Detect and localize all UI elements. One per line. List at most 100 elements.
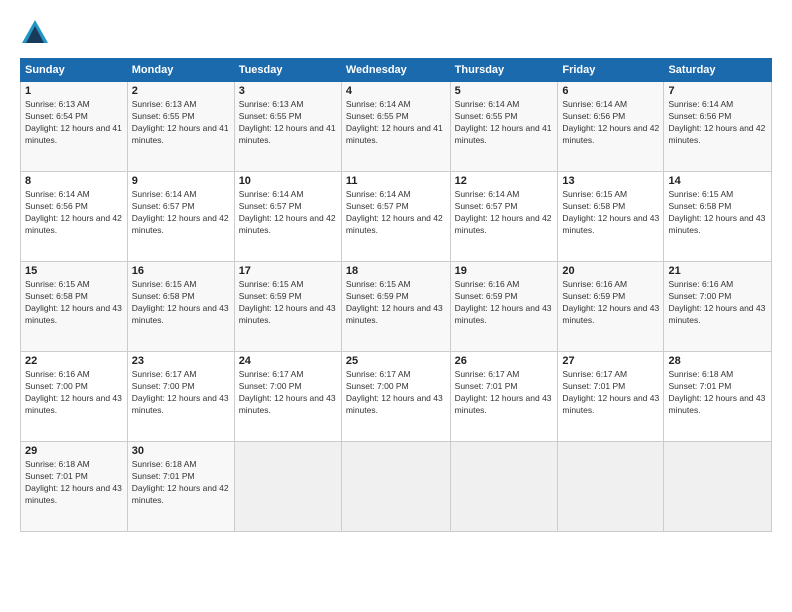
day-number: 1	[25, 85, 123, 97]
calendar-day-cell: 26 Sunrise: 6:17 AM Sunset: 7:01 PM Dayl…	[450, 352, 558, 442]
calendar-day-cell: 22 Sunrise: 6:16 AM Sunset: 7:00 PM Dayl…	[21, 352, 128, 442]
day-info: Sunrise: 6:16 AM Sunset: 7:00 PM Dayligh…	[25, 369, 123, 417]
day-number: 20	[562, 265, 659, 277]
day-number: 16	[132, 265, 230, 277]
header	[20, 18, 772, 48]
day-number: 10	[239, 175, 337, 187]
day-number: 24	[239, 355, 337, 367]
calendar-day-cell: 7 Sunrise: 6:14 AM Sunset: 6:56 PM Dayli…	[664, 82, 772, 172]
calendar-day-cell: 21 Sunrise: 6:16 AM Sunset: 7:00 PM Dayl…	[664, 262, 772, 352]
day-number: 27	[562, 355, 659, 367]
calendar-day-cell: 25 Sunrise: 6:17 AM Sunset: 7:00 PM Dayl…	[341, 352, 450, 442]
day-info: Sunrise: 6:14 AM Sunset: 6:55 PM Dayligh…	[455, 99, 554, 147]
weekday-header: Saturday	[664, 59, 772, 82]
day-number: 17	[239, 265, 337, 277]
day-number: 3	[239, 85, 337, 97]
calendar-day-cell: 3 Sunrise: 6:13 AM Sunset: 6:55 PM Dayli…	[234, 82, 341, 172]
day-number: 13	[562, 175, 659, 187]
calendar-day-cell	[450, 442, 558, 532]
day-number: 29	[25, 445, 123, 457]
calendar-day-cell: 4 Sunrise: 6:14 AM Sunset: 6:55 PM Dayli…	[341, 82, 450, 172]
calendar-day-cell: 11 Sunrise: 6:14 AM Sunset: 6:57 PM Dayl…	[341, 172, 450, 262]
calendar-day-cell: 12 Sunrise: 6:14 AM Sunset: 6:57 PM Dayl…	[450, 172, 558, 262]
day-number: 22	[25, 355, 123, 367]
day-number: 28	[668, 355, 767, 367]
logo-icon	[20, 18, 50, 48]
logo	[20, 18, 54, 48]
day-number: 8	[25, 175, 123, 187]
day-number: 23	[132, 355, 230, 367]
day-number: 6	[562, 85, 659, 97]
calendar-week-row: 1 Sunrise: 6:13 AM Sunset: 6:54 PM Dayli…	[21, 82, 772, 172]
calendar-day-cell: 24 Sunrise: 6:17 AM Sunset: 7:00 PM Dayl…	[234, 352, 341, 442]
calendar-day-cell: 30 Sunrise: 6:18 AM Sunset: 7:01 PM Dayl…	[127, 442, 234, 532]
day-info: Sunrise: 6:14 AM Sunset: 6:57 PM Dayligh…	[346, 189, 446, 237]
calendar-body: 1 Sunrise: 6:13 AM Sunset: 6:54 PM Dayli…	[21, 82, 772, 532]
calendar-day-cell: 27 Sunrise: 6:17 AM Sunset: 7:01 PM Dayl…	[558, 352, 664, 442]
calendar-day-cell	[234, 442, 341, 532]
calendar-day-cell: 8 Sunrise: 6:14 AM Sunset: 6:56 PM Dayli…	[21, 172, 128, 262]
calendar-day-cell: 6 Sunrise: 6:14 AM Sunset: 6:56 PM Dayli…	[558, 82, 664, 172]
day-info: Sunrise: 6:16 AM Sunset: 7:00 PM Dayligh…	[668, 279, 767, 327]
day-info: Sunrise: 6:15 AM Sunset: 6:59 PM Dayligh…	[239, 279, 337, 327]
calendar-day-cell: 9 Sunrise: 6:14 AM Sunset: 6:57 PM Dayli…	[127, 172, 234, 262]
day-info: Sunrise: 6:16 AM Sunset: 6:59 PM Dayligh…	[562, 279, 659, 327]
day-info: Sunrise: 6:17 AM Sunset: 7:01 PM Dayligh…	[562, 369, 659, 417]
day-number: 9	[132, 175, 230, 187]
day-number: 7	[668, 85, 767, 97]
day-info: Sunrise: 6:14 AM Sunset: 6:57 PM Dayligh…	[132, 189, 230, 237]
calendar-day-cell: 19 Sunrise: 6:16 AM Sunset: 6:59 PM Dayl…	[450, 262, 558, 352]
day-number: 25	[346, 355, 446, 367]
calendar-day-cell	[664, 442, 772, 532]
day-number: 18	[346, 265, 446, 277]
day-info: Sunrise: 6:15 AM Sunset: 6:58 PM Dayligh…	[668, 189, 767, 237]
day-info: Sunrise: 6:18 AM Sunset: 7:01 PM Dayligh…	[25, 459, 123, 507]
day-number: 19	[455, 265, 554, 277]
weekday-header: Tuesday	[234, 59, 341, 82]
day-info: Sunrise: 6:15 AM Sunset: 6:58 PM Dayligh…	[132, 279, 230, 327]
day-number: 4	[346, 85, 446, 97]
day-info: Sunrise: 6:14 AM Sunset: 6:56 PM Dayligh…	[25, 189, 123, 237]
calendar-day-cell: 10 Sunrise: 6:14 AM Sunset: 6:57 PM Dayl…	[234, 172, 341, 262]
day-number: 2	[132, 85, 230, 97]
day-info: Sunrise: 6:14 AM Sunset: 6:56 PM Dayligh…	[668, 99, 767, 147]
calendar-day-cell: 1 Sunrise: 6:13 AM Sunset: 6:54 PM Dayli…	[21, 82, 128, 172]
day-info: Sunrise: 6:13 AM Sunset: 6:54 PM Dayligh…	[25, 99, 123, 147]
day-info: Sunrise: 6:14 AM Sunset: 6:57 PM Dayligh…	[239, 189, 337, 237]
day-number: 11	[346, 175, 446, 187]
calendar-day-cell: 13 Sunrise: 6:15 AM Sunset: 6:58 PM Dayl…	[558, 172, 664, 262]
day-info: Sunrise: 6:17 AM Sunset: 7:00 PM Dayligh…	[239, 369, 337, 417]
day-info: Sunrise: 6:17 AM Sunset: 7:00 PM Dayligh…	[132, 369, 230, 417]
calendar-day-cell: 5 Sunrise: 6:14 AM Sunset: 6:55 PM Dayli…	[450, 82, 558, 172]
day-info: Sunrise: 6:18 AM Sunset: 7:01 PM Dayligh…	[668, 369, 767, 417]
calendar-day-cell: 20 Sunrise: 6:16 AM Sunset: 6:59 PM Dayl…	[558, 262, 664, 352]
day-info: Sunrise: 6:14 AM Sunset: 6:56 PM Dayligh…	[562, 99, 659, 147]
calendar-day-cell: 14 Sunrise: 6:15 AM Sunset: 6:58 PM Dayl…	[664, 172, 772, 262]
weekday-header: Monday	[127, 59, 234, 82]
page: SundayMondayTuesdayWednesdayThursdayFrid…	[0, 0, 792, 612]
day-info: Sunrise: 6:17 AM Sunset: 7:01 PM Dayligh…	[455, 369, 554, 417]
day-info: Sunrise: 6:15 AM Sunset: 6:58 PM Dayligh…	[562, 189, 659, 237]
weekday-header: Wednesday	[341, 59, 450, 82]
day-info: Sunrise: 6:17 AM Sunset: 7:00 PM Dayligh…	[346, 369, 446, 417]
day-number: 14	[668, 175, 767, 187]
calendar-day-cell	[341, 442, 450, 532]
day-number: 21	[668, 265, 767, 277]
weekday-header: Thursday	[450, 59, 558, 82]
day-number: 30	[132, 445, 230, 457]
calendar-day-cell: 15 Sunrise: 6:15 AM Sunset: 6:58 PM Dayl…	[21, 262, 128, 352]
day-info: Sunrise: 6:16 AM Sunset: 6:59 PM Dayligh…	[455, 279, 554, 327]
weekday-header: Sunday	[21, 59, 128, 82]
day-info: Sunrise: 6:14 AM Sunset: 6:55 PM Dayligh…	[346, 99, 446, 147]
day-info: Sunrise: 6:13 AM Sunset: 6:55 PM Dayligh…	[239, 99, 337, 147]
calendar-week-row: 29 Sunrise: 6:18 AM Sunset: 7:01 PM Dayl…	[21, 442, 772, 532]
weekday-row: SundayMondayTuesdayWednesdayThursdayFrid…	[21, 59, 772, 82]
day-info: Sunrise: 6:14 AM Sunset: 6:57 PM Dayligh…	[455, 189, 554, 237]
day-info: Sunrise: 6:15 AM Sunset: 6:59 PM Dayligh…	[346, 279, 446, 327]
day-info: Sunrise: 6:15 AM Sunset: 6:58 PM Dayligh…	[25, 279, 123, 327]
calendar-day-cell: 2 Sunrise: 6:13 AM Sunset: 6:55 PM Dayli…	[127, 82, 234, 172]
calendar-day-cell	[558, 442, 664, 532]
calendar-day-cell: 18 Sunrise: 6:15 AM Sunset: 6:59 PM Dayl…	[341, 262, 450, 352]
calendar-day-cell: 28 Sunrise: 6:18 AM Sunset: 7:01 PM Dayl…	[664, 352, 772, 442]
calendar-header: SundayMondayTuesdayWednesdayThursdayFrid…	[21, 59, 772, 82]
